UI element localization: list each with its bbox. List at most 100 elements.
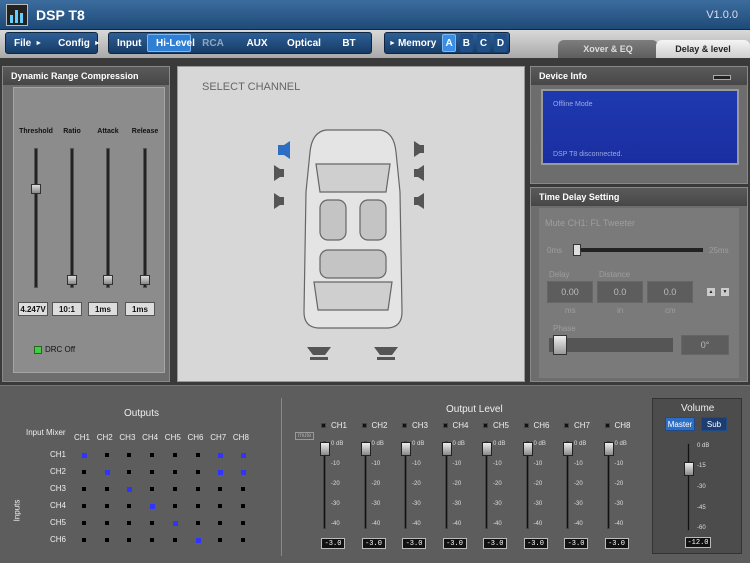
- mixer-cell[interactable]: [82, 521, 86, 525]
- mixer-cell[interactable]: [195, 538, 201, 543]
- mixer-cell[interactable]: [127, 453, 132, 457]
- attack-slider[interactable]: [103, 148, 113, 288]
- mixer-cell[interactable]: [240, 487, 245, 491]
- speaker-fr-woofer-icon[interactable]: [412, 191, 432, 211]
- mixer-cell[interactable]: [104, 487, 109, 491]
- phase-slider-thumb[interactable]: [553, 335, 567, 355]
- mixer-cell[interactable]: [240, 453, 246, 458]
- threshold-slider[interactable]: [31, 148, 41, 288]
- ch4-level-slider[interactable]: [441, 441, 452, 529]
- ch4-level-thumb[interactable]: [441, 442, 452, 456]
- mixer-cell[interactable]: [127, 470, 132, 474]
- memory-d-button[interactable]: D: [493, 34, 507, 52]
- mixer-cell[interactable]: [172, 538, 177, 542]
- mixer-cell[interactable]: [150, 487, 155, 491]
- master-volume-slider[interactable]: [684, 443, 694, 531]
- tab-xover-eq[interactable]: Xover & EQ: [558, 40, 658, 58]
- mixer-cell[interactable]: [150, 504, 156, 509]
- config-menu-button[interactable]: Config ►: [50, 34, 109, 52]
- memory-b-button[interactable]: B: [459, 34, 473, 52]
- ch3-level-slider[interactable]: [401, 441, 411, 529]
- mixer-cell[interactable]: [195, 504, 200, 508]
- mixer-cell[interactable]: [195, 453, 200, 457]
- mixer-cell[interactable]: [150, 453, 155, 457]
- delay-slider[interactable]: [573, 244, 703, 256]
- aux-button[interactable]: AUX: [235, 34, 279, 52]
- mixer-cell[interactable]: [195, 521, 200, 525]
- ratio-slider-thumb[interactable]: [67, 275, 77, 285]
- release-slider[interactable]: [140, 148, 150, 288]
- mixer-cell[interactable]: [218, 538, 223, 542]
- mixer-cell[interactable]: [240, 521, 245, 525]
- decrement-down-icon[interactable]: ▼: [721, 288, 729, 296]
- mixer-cell[interactable]: [240, 538, 245, 542]
- memory-c-button[interactable]: C: [476, 34, 490, 52]
- mixer-cell[interactable]: [150, 538, 155, 542]
- speaker-fl-tweeter-icon[interactable]: [274, 139, 294, 161]
- ch6-mute-led-icon[interactable]: [523, 423, 529, 428]
- drc-status-led-icon[interactable]: [34, 346, 42, 354]
- mixer-cell[interactable]: [82, 538, 86, 542]
- mute-all-button[interactable]: mute: [295, 432, 315, 440]
- mixer-cell[interactable]: [104, 538, 109, 542]
- mixer-cell[interactable]: [195, 487, 200, 491]
- mixer-cell[interactable]: [240, 504, 245, 508]
- mixer-cell[interactable]: [218, 470, 224, 475]
- speaker-fl-woofer-icon[interactable]: [272, 191, 292, 211]
- attack-slider-thumb[interactable]: [103, 275, 113, 285]
- mixer-cell[interactable]: [172, 521, 178, 526]
- mixer-cell[interactable]: [104, 453, 109, 457]
- speaker-sub-left-icon[interactable]: [304, 343, 334, 363]
- hi-level-button[interactable]: Hi-Level: [147, 34, 195, 52]
- release-slider-thumb[interactable]: [140, 275, 150, 285]
- ch5-level-thumb[interactable]: [482, 442, 492, 456]
- mixer-cell[interactable]: [127, 487, 133, 492]
- ch2-level-slider[interactable]: [360, 441, 371, 529]
- mixer-cell[interactable]: [82, 504, 86, 508]
- tab-delay-level[interactable]: Delay & level: [656, 40, 750, 58]
- file-menu-button[interactable]: File ►: [6, 34, 50, 52]
- ch6-level-slider[interactable]: [522, 441, 533, 529]
- mixer-cell[interactable]: [195, 470, 200, 474]
- ch8-mute-led-icon[interactable]: [604, 423, 610, 428]
- mixer-cell[interactable]: [172, 470, 177, 474]
- mute-channel-label[interactable]: Mute CH1: FL Tweeter: [545, 218, 635, 228]
- mixer-cell[interactable]: [240, 470, 246, 475]
- distance-in-field[interactable]: 0.0: [597, 281, 643, 303]
- ch3-level-thumb[interactable]: [401, 442, 411, 456]
- ch2-mute-led-icon[interactable]: [361, 423, 367, 428]
- ch5-mute-led-icon[interactable]: [483, 423, 488, 428]
- delay-ms-field[interactable]: 0.00: [547, 281, 593, 303]
- mixer-cell[interactable]: [218, 521, 223, 525]
- speaker-fl-mid-icon[interactable]: [272, 163, 292, 183]
- speaker-sub-right-icon[interactable]: [371, 343, 401, 363]
- ch3-mute-led-icon[interactable]: [402, 423, 407, 428]
- ch4-mute-led-icon[interactable]: [442, 423, 448, 428]
- phase-slider[interactable]: [549, 335, 673, 355]
- mixer-cell[interactable]: [218, 504, 223, 508]
- ratio-slider[interactable]: [67, 148, 77, 288]
- mixer-cell[interactable]: [218, 453, 224, 458]
- optical-button[interactable]: Optical: [279, 34, 329, 52]
- threshold-slider-thumb[interactable]: [31, 184, 41, 194]
- mixer-cell[interactable]: [172, 453, 177, 457]
- increment-up-icon[interactable]: ▲: [707, 288, 715, 296]
- mixer-cell[interactable]: [104, 470, 110, 475]
- speaker-fr-tweeter-icon[interactable]: [412, 139, 432, 159]
- mixer-cell[interactable]: [127, 521, 132, 525]
- ch7-level-thumb[interactable]: [563, 442, 573, 456]
- mixer-cell[interactable]: [82, 470, 86, 474]
- ch8-level-thumb[interactable]: [603, 442, 614, 456]
- mixer-cell[interactable]: [104, 504, 109, 508]
- mixer-cell[interactable]: [104, 521, 109, 525]
- mixer-cell[interactable]: [82, 487, 86, 491]
- ch1-mute-led-icon[interactable]: [321, 423, 326, 428]
- mixer-cell[interactable]: [150, 521, 155, 525]
- ch2-level-thumb[interactable]: [360, 442, 371, 456]
- mixer-cell[interactable]: [82, 453, 87, 458]
- mixer-cell[interactable]: [127, 538, 132, 542]
- speaker-fr-mid-icon[interactable]: [412, 163, 432, 183]
- ch1-level-slider[interactable]: [320, 441, 330, 529]
- delay-slider-thumb[interactable]: [573, 244, 581, 256]
- master-volume-thumb[interactable]: [684, 462, 694, 476]
